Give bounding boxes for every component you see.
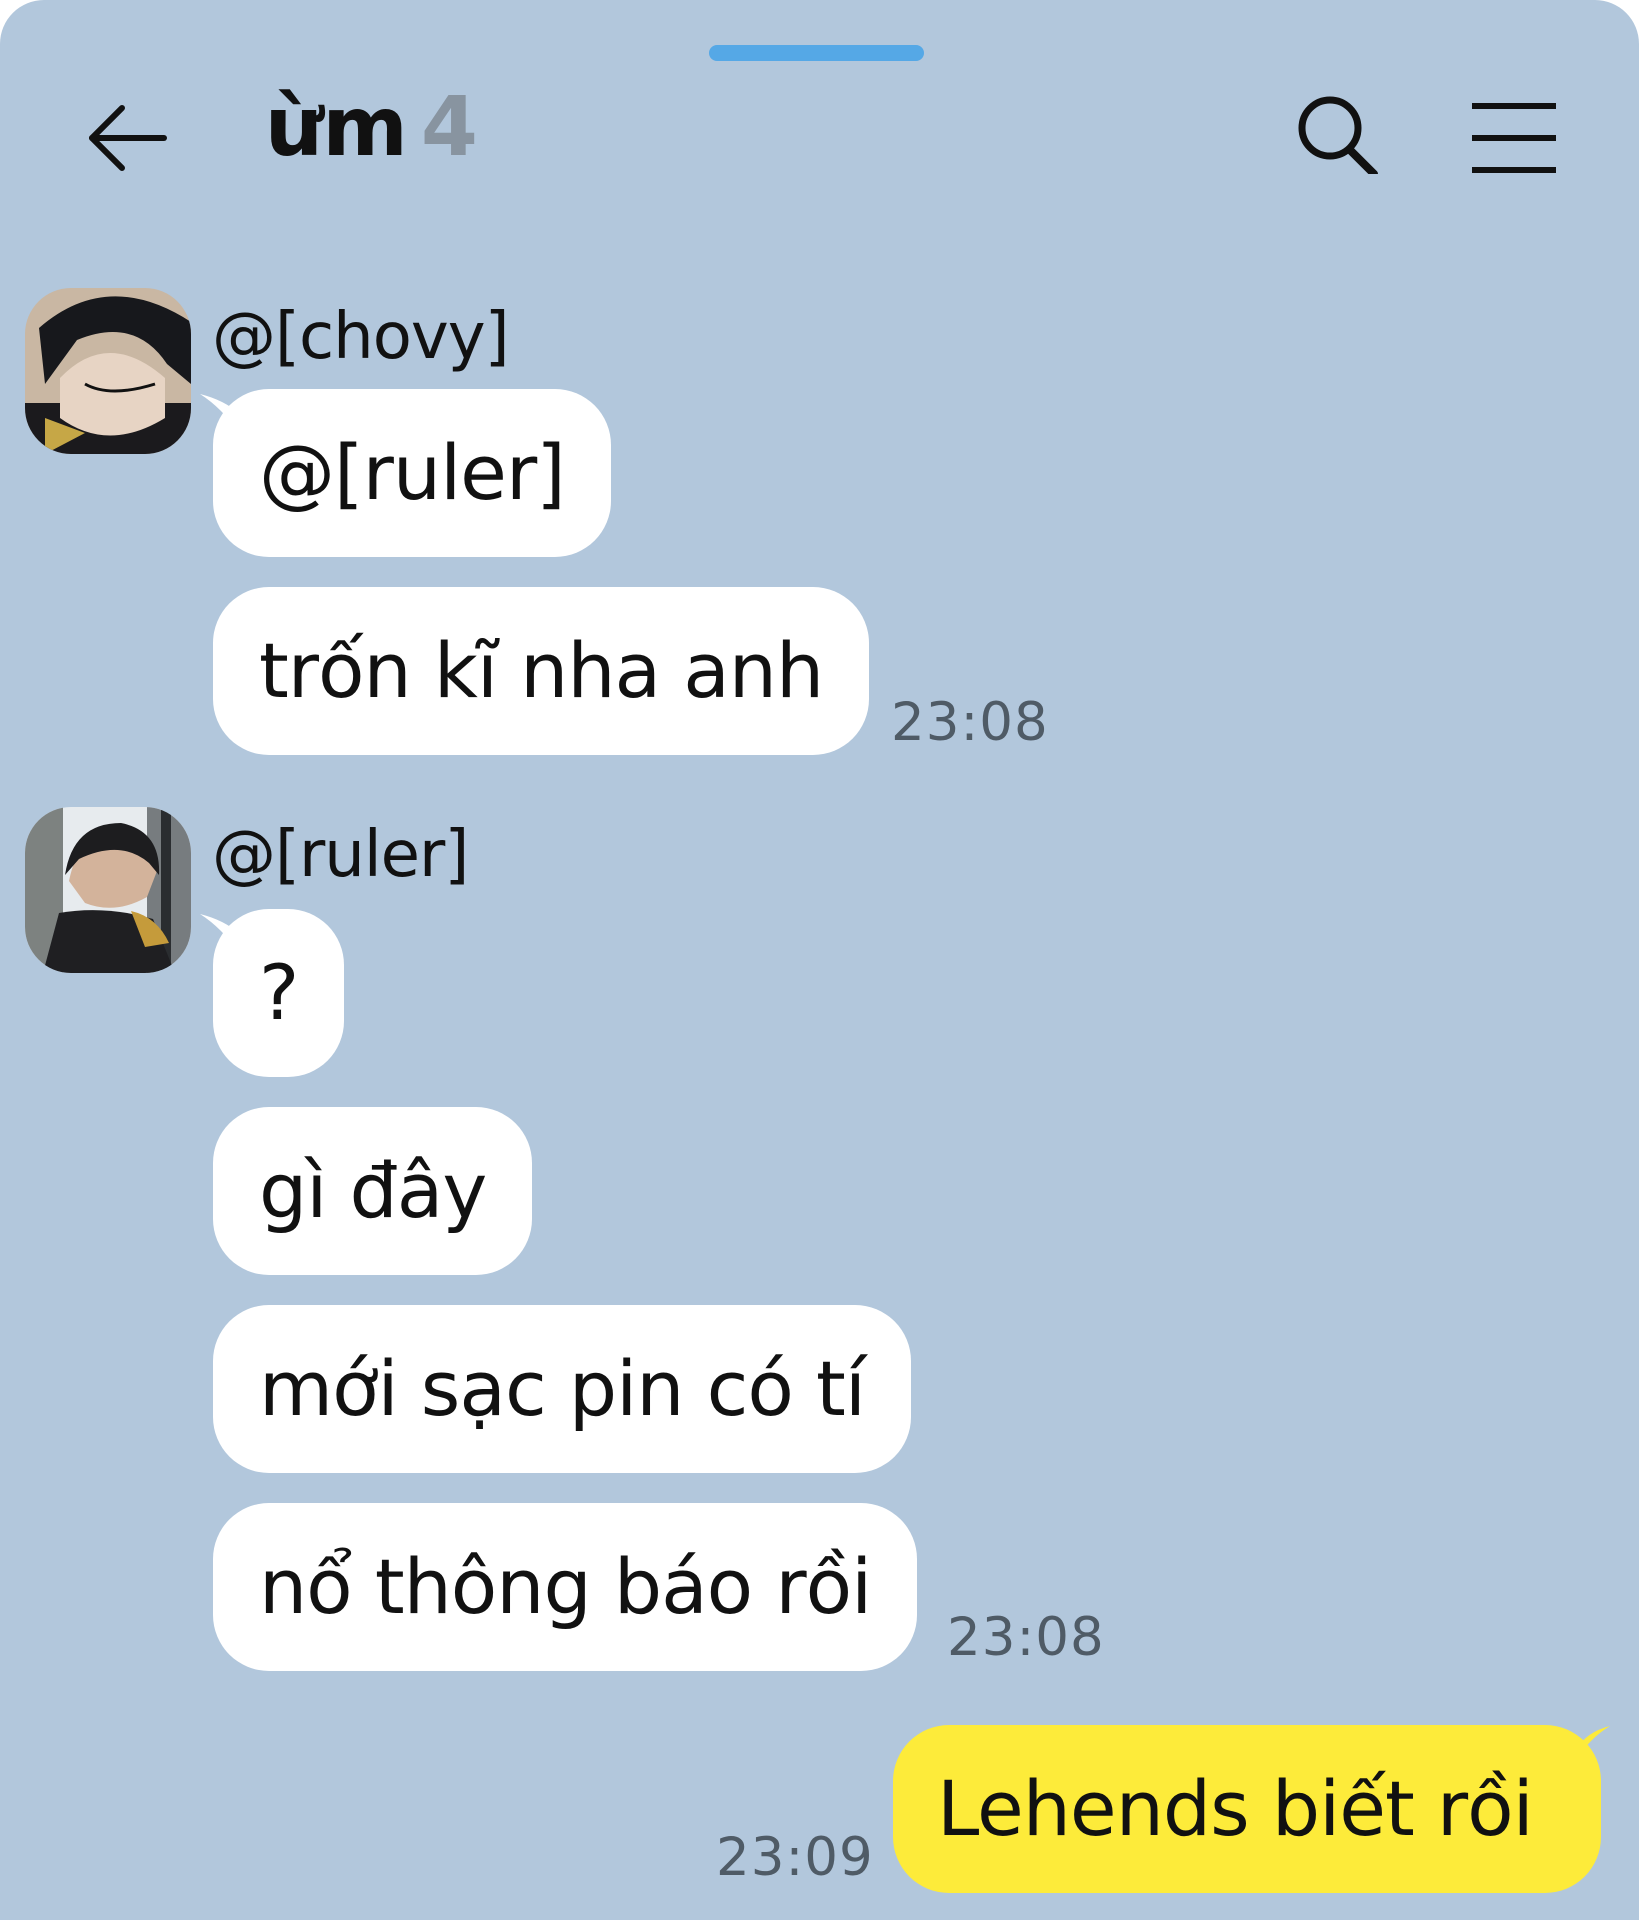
avatar[interactable] (25, 807, 191, 973)
my-message-bubble[interactable]: Lehends biết rồi (893, 1725, 1601, 1893)
message-bubble[interactable]: nổ thông báo rồi (213, 1503, 918, 1671)
chat-name: ừm (265, 80, 408, 175)
message-bubble[interactable]: mới sạc pin có tí (213, 1305, 911, 1473)
search-button[interactable] (1290, 84, 1380, 178)
menu-icon (1472, 103, 1556, 173)
message-bubble[interactable]: gì đây (213, 1107, 533, 1275)
sender-name: @[ruler] (212, 818, 469, 892)
message-time: 23:09 (716, 1827, 874, 1888)
message-bubble[interactable]: @[ruler] (213, 389, 611, 557)
drag-handle[interactable] (709, 45, 924, 61)
message-time: 23:08 (891, 692, 1049, 753)
menu-button[interactable] (1462, 84, 1562, 174)
bubble-tail (1576, 1726, 1610, 1760)
arrow-left-icon (89, 105, 167, 171)
avatar[interactable] (25, 288, 191, 454)
chat-header: ừm 4 (0, 70, 1639, 180)
chat-title: ừm 4 (265, 78, 478, 178)
chat-screen: ừm 4 @[chovy] @[ruler] trốn kĩ nha anh 2… (0, 0, 1639, 1920)
sender-name: @[chovy] (212, 300, 510, 374)
message-bubble[interactable]: trốn kĩ nha anh (213, 587, 870, 755)
member-count: 4 (420, 80, 478, 175)
back-button[interactable] (82, 84, 172, 174)
message-time: 23:08 (947, 1607, 1105, 1668)
search-icon (1298, 96, 1378, 178)
message-bubble[interactable]: ? (213, 909, 345, 1077)
